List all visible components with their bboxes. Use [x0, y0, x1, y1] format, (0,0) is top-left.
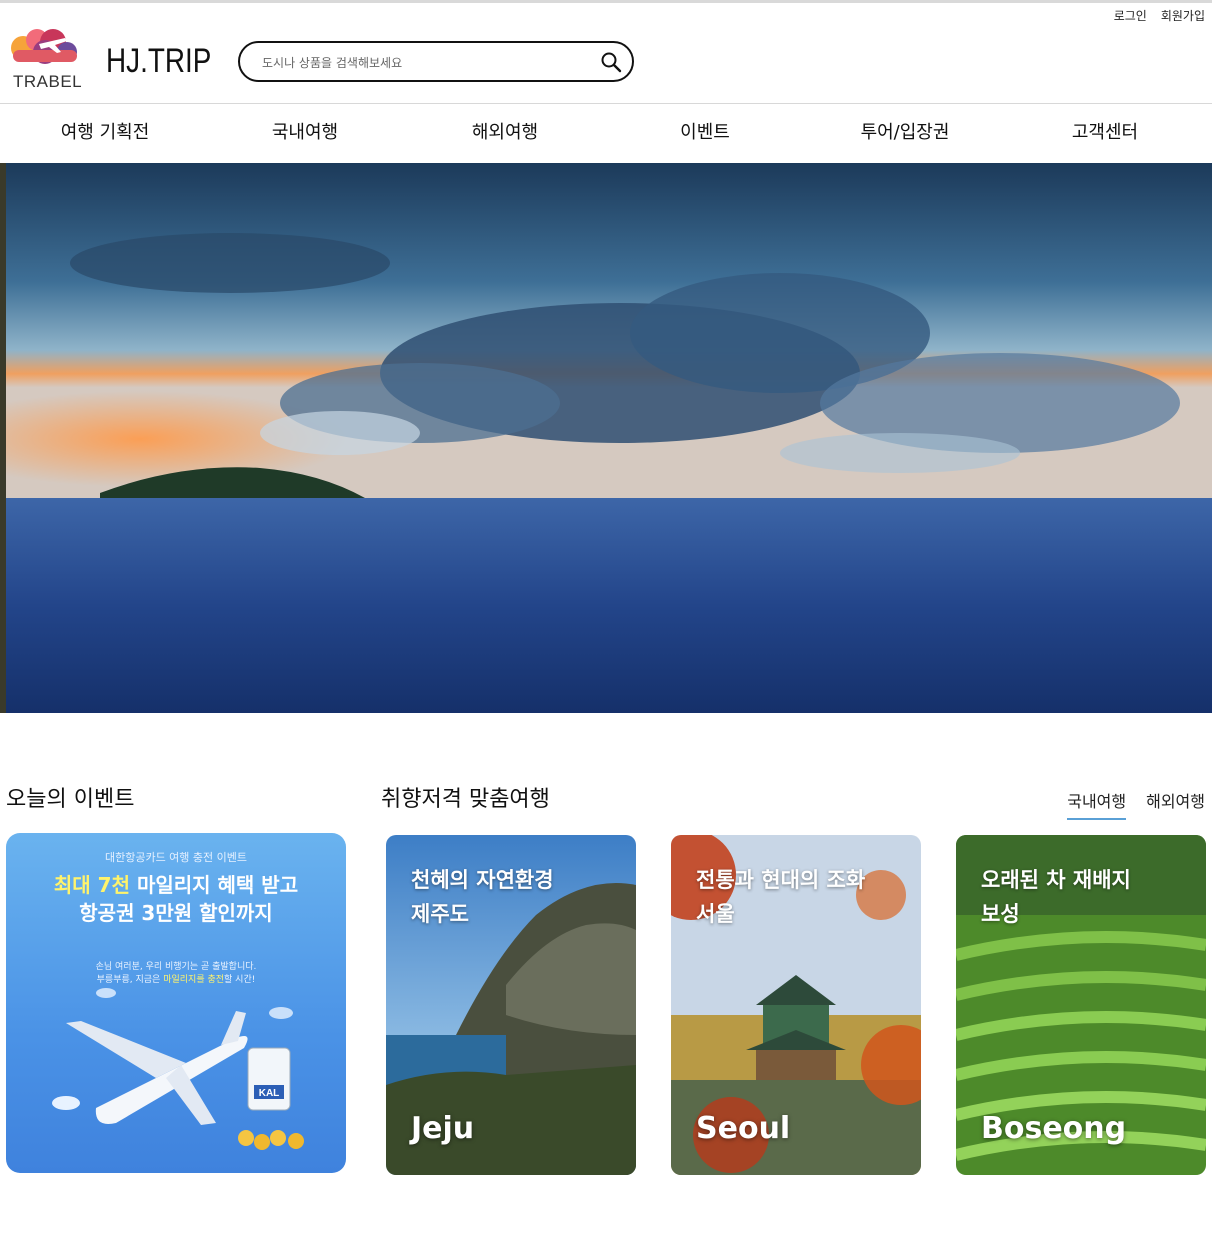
nav-item-customer-center[interactable]: 고객센터	[1005, 104, 1205, 162]
tab-overseas[interactable]: 해외여행	[1146, 788, 1205, 820]
airplane-illustration: KAL	[52, 988, 304, 1150]
logo-cloud-plane-icon	[11, 29, 77, 64]
login-link[interactable]: 로그인	[1114, 7, 1147, 24]
nav-item-exhibition[interactable]: 여행 기획전	[5, 104, 205, 162]
destination-subtitle: 오래된 차 재배지 보성	[981, 868, 1131, 926]
brand-name[interactable]: HJ.TRIP	[106, 42, 211, 81]
events-section-title: 오늘의 이벤트	[6, 787, 135, 812]
main-nav: 여행 기획전 국내여행 해외여행 이벤트 투어/입장권 고객센터	[5, 104, 1205, 162]
signup-link[interactable]: 회원가입	[1161, 7, 1205, 24]
logo-text: TRABEL	[13, 72, 83, 91]
event-banner-card[interactable]: 대한항공카드 여행 충전 이벤트 최대 7천 마일리지 혜택 받고 항공권 3만…	[6, 833, 346, 1173]
utility-nav: 로그인 회원가입	[1114, 7, 1205, 24]
logo[interactable]: TRABEL	[5, 28, 89, 92]
destination-card-boseong[interactable]: 오래된 차 재배지 보성 Boseong	[956, 835, 1206, 1175]
nav-item-overseas[interactable]: 해외여행	[405, 104, 605, 162]
destination-subtitle: 천혜의 자연환경 제주도	[411, 868, 554, 926]
search-bar	[238, 41, 634, 82]
custom-travel-section-title: 취향저격 맞춤여행	[381, 787, 550, 812]
search-icon[interactable]	[600, 51, 622, 73]
nav-item-event[interactable]: 이벤트	[605, 104, 805, 162]
nav-item-tour-ticket[interactable]: 투어/입장권	[805, 104, 1005, 162]
destination-name: Jeju	[411, 1111, 475, 1146]
search-input[interactable]	[260, 51, 594, 75]
top-border	[0, 0, 1212, 3]
nav-item-domestic[interactable]: 국내여행	[205, 104, 405, 162]
tab-domestic[interactable]: 국내여행	[1067, 788, 1127, 820]
destination-name: Boseong	[981, 1111, 1127, 1146]
region-tabs: 국내여행 해외여행	[1067, 788, 1205, 820]
hero-banner-image	[0, 163, 1212, 713]
destination-name: Seoul	[696, 1111, 791, 1146]
destination-subtitle: 전통과 현대의 조화 서울	[696, 868, 866, 926]
destination-card-jeju[interactable]: 천혜의 자연환경 제주도 Jeju	[386, 835, 636, 1175]
kal-label: KAL	[259, 1088, 280, 1099]
destination-card-seoul[interactable]: 전통과 현대의 조화 서울 Seoul	[671, 835, 921, 1175]
